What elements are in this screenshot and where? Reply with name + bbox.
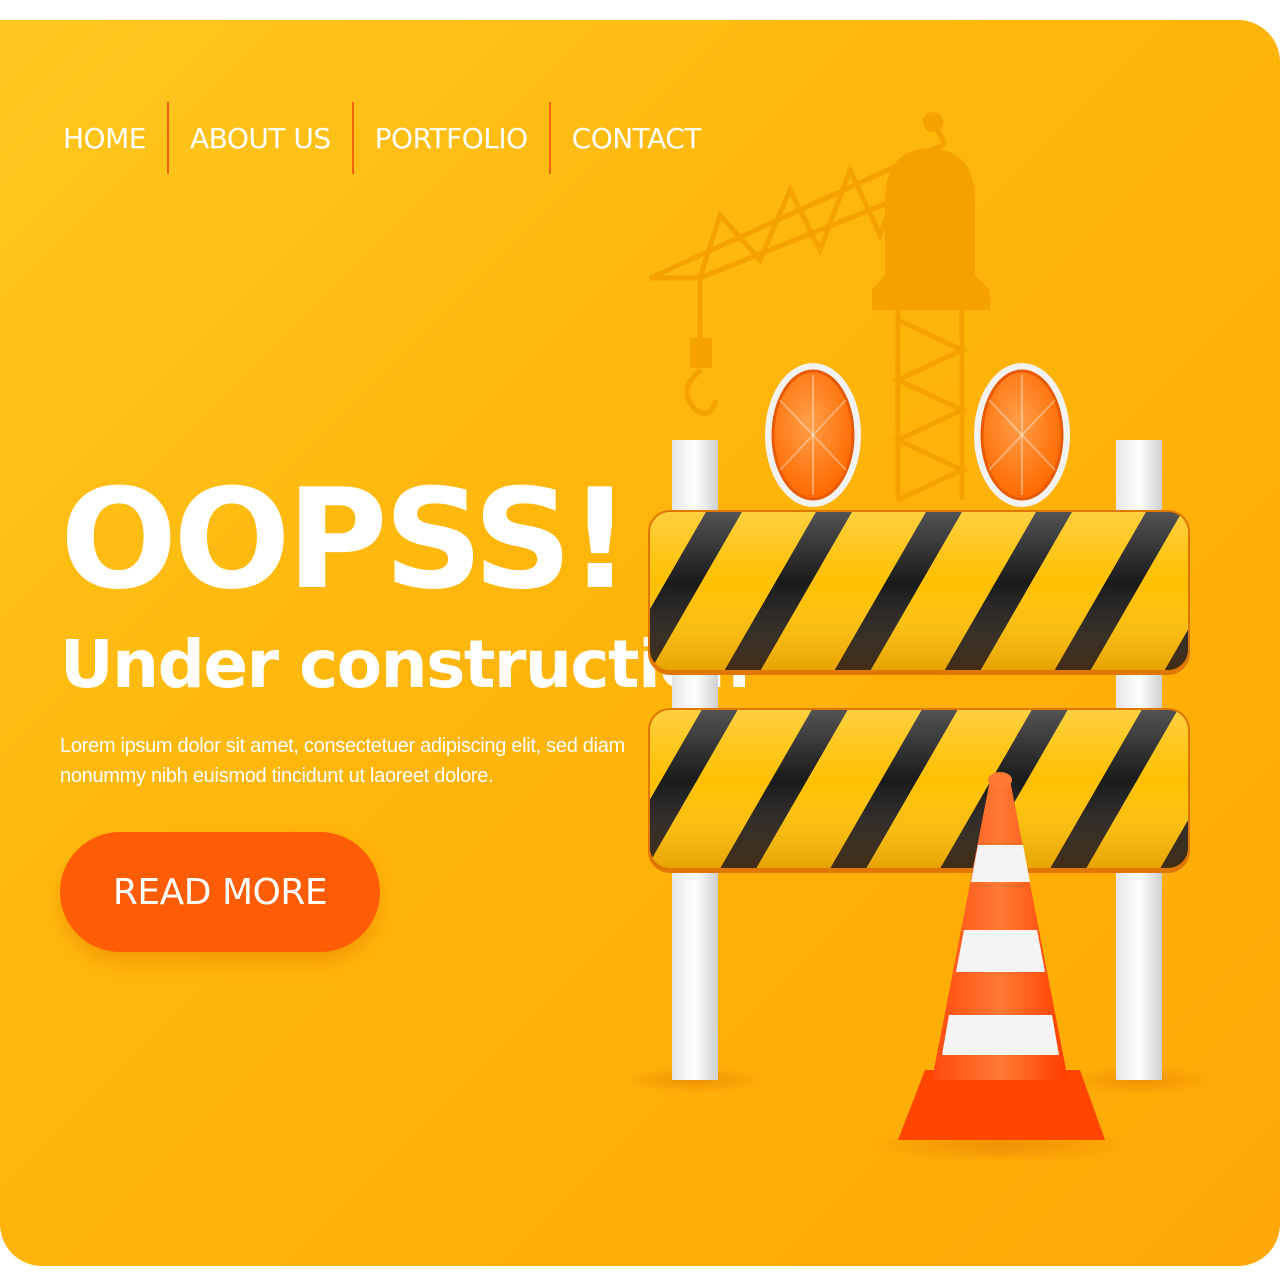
construction-illustration: [625, 112, 1210, 1163]
nav-portfolio[interactable]: PORTFOLIO: [354, 102, 549, 174]
nav-about-us[interactable]: ABOUT US: [169, 102, 352, 174]
warning-light-icon: [974, 363, 1070, 507]
hero-description: Lorem ipsum dolor sit amet, consectetuer…: [60, 735, 625, 787]
hero-card: HOME ABOUT US PORTFOLIO CONTACT OOPSS! U…: [0, 20, 1280, 1266]
read-more-button[interactable]: READ MORE: [60, 832, 380, 952]
page-title: OOPSS!: [60, 459, 631, 620]
warning-light-icon: [765, 363, 861, 507]
road-barrier-icon: [648, 510, 1190, 873]
nav-home[interactable]: HOME: [42, 102, 167, 174]
